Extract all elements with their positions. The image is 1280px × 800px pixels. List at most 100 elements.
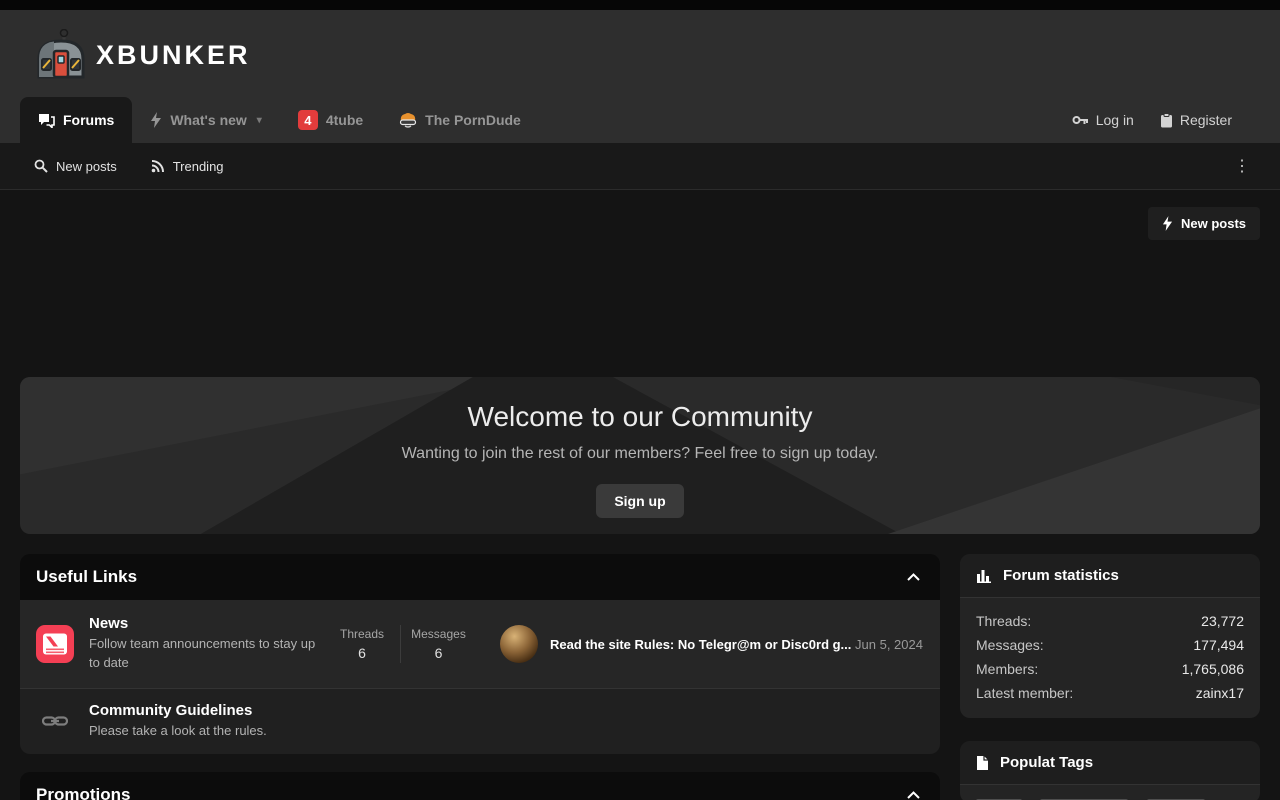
popular-tags-title: Populat Tags <box>1000 754 1093 771</box>
node-row-news[interactable]: News Follow team announcements to stay u… <box>20 600 940 688</box>
stat-label: Latest member: <box>976 681 1073 705</box>
subnav-trending[interactable]: Trending <box>151 159 224 174</box>
login-label: Log in <box>1096 112 1134 128</box>
top-strip <box>0 0 1280 10</box>
bolt-icon <box>1162 216 1173 231</box>
stat-row-members: Members: 1,765,086 <box>976 657 1244 681</box>
nav-spacer <box>539 97 1072 143</box>
welcome-banner: Welcome to our Community Wanting to join… <box>20 377 1260 534</box>
node-row-guidelines[interactable]: Community Guidelines Please take a look … <box>20 688 940 754</box>
key-icon <box>1072 114 1089 126</box>
forums-icon <box>38 113 55 128</box>
column-main: Useful Links <box>20 554 940 800</box>
subnav-trending-label: Trending <box>173 159 224 174</box>
chevron-down-icon: ▾ <box>257 115 262 126</box>
new-posts-button[interactable]: New posts <box>1148 207 1260 240</box>
porndude-icon <box>399 112 417 128</box>
latest-member-link[interactable]: zainx17 <box>1196 681 1244 705</box>
stat-threads-label: Threads <box>324 627 400 641</box>
chevron-up-icon[interactable] <box>907 573 920 581</box>
search-icon <box>34 159 48 173</box>
popular-tags-panel: Populat Tags <box>960 741 1260 800</box>
welcome-subtitle: Wanting to join the rest of our members?… <box>20 445 1260 463</box>
overflow-menu-icon[interactable]: ⋮ <box>1228 152 1256 180</box>
stat-label: Messages: <box>976 633 1044 657</box>
forum-statistics-panel: Forum statistics Threads: 23,772 Message… <box>960 554 1260 718</box>
node-guidelines-description: Please take a look at the rules. <box>89 722 324 741</box>
subnav-new-posts[interactable]: New posts <box>34 159 117 174</box>
stat-row-threads: Threads: 23,772 <box>976 609 1244 633</box>
banner-content: Welcome to our Community Wanting to join… <box>20 377 1260 518</box>
forum-statistics-title: Forum statistics <box>1003 567 1119 584</box>
signup-button[interactable]: Sign up <box>596 484 683 518</box>
content-columns: Useful Links <box>20 554 1260 800</box>
popular-tags-body-clipped <box>960 785 1260 800</box>
link-icon <box>36 702 74 740</box>
stat-messages-label: Messages <box>401 627 476 641</box>
node-guidelines-info: Community Guidelines Please take a look … <box>89 702 324 741</box>
site-header: XBUNKER Forums What's new <box>0 10 1280 143</box>
useful-links-title: Useful Links <box>36 567 907 587</box>
tab-4tube-label: 4tube <box>326 112 363 128</box>
login-link[interactable]: Log in <box>1072 112 1134 128</box>
chevron-up-icon[interactable] <box>907 791 920 799</box>
node-news-title[interactable]: News <box>89 615 324 632</box>
avatar[interactable] <box>500 625 538 663</box>
brand-row: XBUNKER <box>0 10 1280 97</box>
useful-links-panel: Useful Links <box>20 554 940 754</box>
stat-label: Threads: <box>976 609 1031 633</box>
forum-homepage: XBUNKER Forums What's new <box>0 0 1280 800</box>
file-icon <box>976 755 989 771</box>
popular-tags-header: Populat Tags <box>960 741 1260 785</box>
tab-whats-new-label: What's new <box>170 112 246 128</box>
brand-name[interactable]: XBUNKER <box>96 40 251 71</box>
node-news-info: News Follow team announcements to stay u… <box>89 615 324 673</box>
tab-porndude-label: The PornDude <box>425 112 521 128</box>
node-news-description: Follow team announcements to stay up to … <box>89 635 324 673</box>
stat-threads-value: 6 <box>324 645 400 661</box>
useful-links-header[interactable]: Useful Links <box>20 554 940 600</box>
latest-post-text: Read the site Rules: No Telegr@m or Disc… <box>550 637 924 652</box>
promotions-title: Promotions <box>36 785 907 800</box>
register-label: Register <box>1180 112 1232 128</box>
sub-nav: New posts Trending ⋮ <box>0 143 1280 190</box>
4tube-icon: 4 <box>298 110 318 130</box>
promotions-header[interactable]: Promotions <box>20 772 940 800</box>
stat-value: 177,494 <box>1193 633 1244 657</box>
stat-label: Members: <box>976 657 1038 681</box>
tab-whats-new[interactable]: What's new ▾ <box>132 97 279 143</box>
node-news-stats: Threads 6 Messages 6 <box>324 625 476 663</box>
forum-statistics-header: Forum statistics <box>960 554 1260 598</box>
stat-threads: Threads 6 <box>324 625 400 663</box>
stat-row-messages: Messages: 177,494 <box>976 633 1244 657</box>
tab-forums-label: Forums <box>63 112 114 128</box>
latest-post-meta: Jun 5, 2024 · ... <box>855 637 924 652</box>
register-link[interactable]: Register <box>1160 112 1232 128</box>
sidebar: Forum statistics Threads: 23,772 Message… <box>960 554 1260 800</box>
bunker-logo-icon[interactable] <box>34 29 88 81</box>
bolt-icon <box>150 112 162 128</box>
stat-messages-value: 6 <box>401 645 476 661</box>
welcome-title: Welcome to our Community <box>20 401 1260 433</box>
rss-icon <box>151 159 165 173</box>
node-news-latest: Read the site Rules: No Telegr@m or Disc… <box>500 625 924 663</box>
tab-4tube[interactable]: 4 4tube <box>280 97 381 143</box>
tab-porndude[interactable]: The PornDude <box>381 97 539 143</box>
main-nav: Forums What's new ▾ 4 4tube <box>0 97 1280 143</box>
subnav-new-posts-label: New posts <box>56 159 117 174</box>
stat-value: 23,772 <box>1201 609 1244 633</box>
tab-forums[interactable]: Forums <box>20 97 132 143</box>
stat-value: 1,765,086 <box>1182 657 1244 681</box>
main-content: New posts Welcome to our Community Wanti… <box>0 207 1280 800</box>
stat-row-latest-member: Latest member: zainx17 <box>976 681 1244 705</box>
bar-chart-icon <box>976 569 992 583</box>
latest-post-title[interactable]: Read the site Rules: No Telegr@m or Disc… <box>550 637 851 652</box>
new-posts-button-label: New posts <box>1181 216 1246 231</box>
auth-links: Log in Register <box>1072 97 1260 143</box>
stat-messages: Messages 6 <box>400 625 476 663</box>
toolbar: New posts <box>20 207 1260 240</box>
register-icon <box>1160 113 1173 128</box>
news-icon <box>36 625 74 663</box>
node-guidelines-title[interactable]: Community Guidelines <box>89 702 324 719</box>
forum-statistics-body: Threads: 23,772 Messages: 177,494 Member… <box>960 598 1260 718</box>
